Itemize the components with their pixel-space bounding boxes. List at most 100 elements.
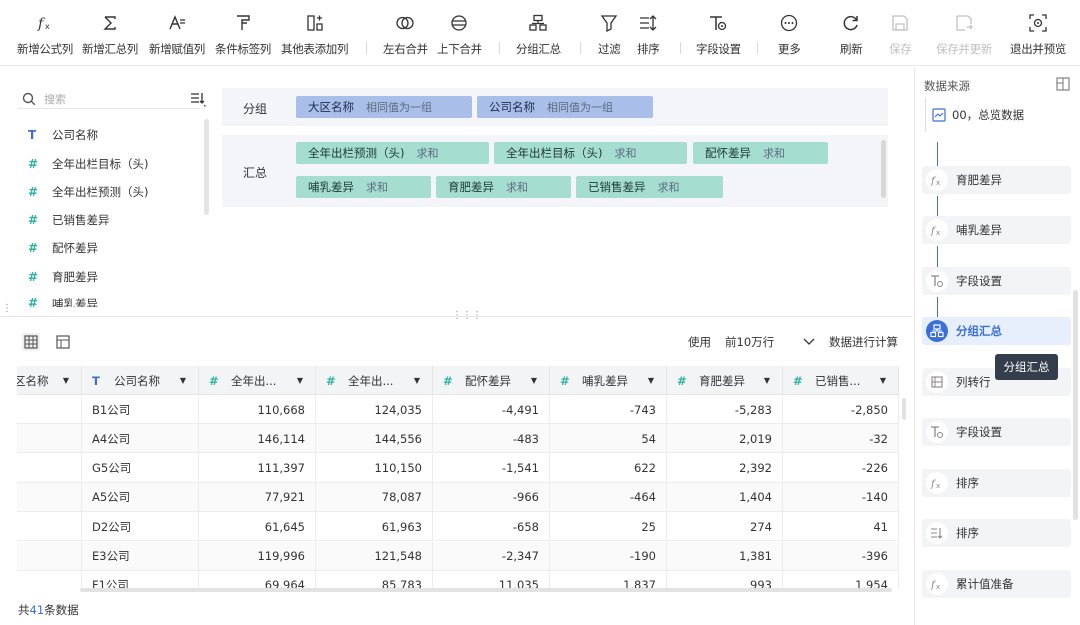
- table-cell[interactable]: 25: [550, 512, 667, 542]
- table-cell[interactable]: B1公司: [82, 395, 199, 424]
- table-cell[interactable]: -743: [550, 395, 667, 424]
- table-cell[interactable]: A5公司: [82, 482, 199, 512]
- table-cell[interactable]: -483: [433, 424, 550, 454]
- field-search-input[interactable]: 搜索: [18, 89, 206, 109]
- table-cell[interactable]: -190: [550, 541, 667, 571]
- table-cell[interactable]: -2,347: [433, 541, 550, 571]
- table-cell[interactable]: [17, 512, 82, 542]
- summary-chip[interactable]: 配怀差异 求和: [693, 142, 828, 164]
- table-row[interactable]: G5公司 111,397 110,150 -1,541 622 2,392 -226: [17, 453, 899, 483]
- column-header[interactable]: # 全年出... ▼: [316, 366, 433, 395]
- field-list-scrollbar[interactable]: [204, 119, 209, 215]
- table-cell[interactable]: -464: [550, 482, 667, 512]
- summary-chip[interactable]: 全年出栏预测（头) 求和: [296, 142, 489, 164]
- column-header[interactable]: # 已销售... ▼: [783, 366, 899, 395]
- pipeline-step[interactable]: f x 哺乳差异: [922, 216, 1071, 244]
- column-header[interactable]: # 配怀差异 ▼: [433, 366, 550, 395]
- group-chip[interactable]: 大区名称 相同值为一组: [296, 96, 472, 118]
- table-cell[interactable]: [17, 453, 82, 483]
- field-item[interactable]: # 全年出栏目标（头): [28, 155, 149, 173]
- table-cell[interactable]: [17, 541, 82, 571]
- table-cell[interactable]: 121,548: [316, 541, 433, 571]
- table-cell[interactable]: -658: [433, 512, 550, 542]
- summary-chip[interactable]: 全年出栏目标（头) 求和: [494, 142, 687, 164]
- caret-down-icon[interactable]: ▼: [880, 376, 886, 385]
- pipeline-step[interactable]: f x 排序: [922, 469, 1071, 497]
- table-cell[interactable]: 54: [550, 424, 667, 454]
- exit-and-preview-button[interactable]: 退出并预览: [1010, 12, 1066, 57]
- table-cell[interactable]: -226: [783, 453, 899, 483]
- table-cell[interactable]: 1,381: [667, 541, 783, 571]
- table-cell[interactable]: [17, 395, 82, 424]
- table-cell[interactable]: [17, 482, 82, 512]
- filter-button[interactable]: 过滤: [598, 12, 621, 57]
- column-header[interactable]: # 全年出... ▼: [199, 366, 316, 395]
- table-cell[interactable]: F1公司: [82, 570, 199, 588]
- table-cell[interactable]: -4,491: [433, 395, 550, 424]
- summary-chip[interactable]: 育肥差异 求和: [436, 176, 571, 198]
- group-chip[interactable]: 公司名称 相同值为一组: [477, 96, 653, 118]
- table-cell[interactable]: 110,668: [199, 395, 316, 424]
- caret-down-icon[interactable]: ▼: [648, 376, 654, 385]
- column-header[interactable]: # 育肥差异 ▼: [667, 366, 783, 395]
- column-header[interactable]: T 公司名称 ▼: [82, 366, 199, 395]
- table-cell[interactable]: -2,850: [783, 395, 899, 424]
- table-cell[interactable]: D2公司: [82, 512, 199, 542]
- table-cell[interactable]: -396: [783, 541, 899, 571]
- table-cell[interactable]: 11,035: [433, 570, 550, 588]
- table-cell[interactable]: 111,397: [199, 453, 316, 483]
- caret-down-icon[interactable]: ▼: [531, 376, 537, 385]
- table-cell[interactable]: 85,783: [316, 570, 433, 588]
- table-row[interactable]: A4公司 146,114 144,556 -483 54 2,019 -32: [17, 424, 899, 454]
- field-item[interactable]: # 全年出栏预测（头): [28, 183, 149, 201]
- table-row[interactable]: B1公司 110,668 124,035 -4,491 -743 -5,283 -2,850: [17, 395, 899, 424]
- pipeline-step[interactable]: 字段设置: [922, 267, 1071, 295]
- table-cell[interactable]: [17, 570, 82, 588]
- sort-button[interactable]: 排序: [637, 12, 660, 57]
- splitter-grip-icon[interactable]: ⋮⋮⋮: [452, 311, 482, 321]
- table-cell[interactable]: 146,114: [199, 424, 316, 454]
- table-cell[interactable]: [17, 424, 82, 454]
- table-row[interactable]: E3公司 119,996 121,548 -2,347 -190 1,381 -396: [17, 541, 899, 571]
- summary-scrollbar[interactable]: [881, 140, 886, 198]
- table-cell[interactable]: -32: [783, 424, 899, 454]
- data-source-item[interactable]: 00，总览数据: [925, 98, 1070, 132]
- table-cell[interactable]: 119,996: [199, 541, 316, 571]
- save-button[interactable]: 保存: [889, 12, 912, 57]
- caret-down-icon[interactable]: ▼: [180, 376, 186, 385]
- column-header[interactable]: # 哺乳差异 ▼: [550, 366, 667, 395]
- field-item[interactable]: # 配怀差异: [28, 239, 98, 257]
- field-settings-button[interactable]: 字段设置: [696, 12, 741, 57]
- table-cell[interactable]: -5,283: [667, 395, 783, 424]
- summary-chip[interactable]: 已销售差异 求和: [576, 176, 723, 198]
- row-limit-select[interactable]: 前10万行: [725, 334, 815, 350]
- caret-down-icon[interactable]: ▼: [414, 376, 420, 385]
- table-cell[interactable]: E3公司: [82, 541, 199, 571]
- pipeline-step[interactable]: 排序: [922, 519, 1071, 547]
- table-vertical-scrollbar[interactable]: [902, 398, 906, 420]
- table-cell[interactable]: 1,404: [667, 482, 783, 512]
- condition-tag-column-button[interactable]: 条件标签列: [215, 12, 271, 57]
- pipeline-step[interactable]: f x 育肥差异: [922, 166, 1071, 194]
- table-cell[interactable]: 2,019: [667, 424, 783, 454]
- table-cell[interactable]: 274: [667, 512, 783, 542]
- table-cell[interactable]: 993: [667, 570, 783, 588]
- field-item[interactable]: # 育肥差异: [28, 268, 98, 286]
- table-cell[interactable]: 61,645: [199, 512, 316, 542]
- side-grip-icon[interactable]: ⋮: [2, 304, 12, 314]
- more-button[interactable]: 更多: [778, 12, 801, 57]
- table-cell[interactable]: -140: [783, 482, 899, 512]
- table-cell[interactable]: A4公司: [82, 424, 199, 454]
- caret-down-icon[interactable]: ▼: [297, 376, 303, 385]
- add-formula-column-button[interactable]: fx 新增公式列: [17, 12, 73, 57]
- table-cell[interactable]: 41: [783, 512, 899, 542]
- summary-chip[interactable]: 哺乳差异 求和: [296, 176, 431, 198]
- group-summary-button[interactable]: 分组汇总: [516, 12, 561, 57]
- add-assign-column-button[interactable]: 新增赋值列: [149, 12, 205, 57]
- table-row[interactable]: D2公司 61,645 61,963 -658 25 274 41: [17, 512, 899, 542]
- layout-view-icon[interactable]: [54, 333, 72, 351]
- table-cell[interactable]: 61,963: [316, 512, 433, 542]
- table-cell[interactable]: 124,035: [316, 395, 433, 424]
- grid-view-icon[interactable]: [22, 333, 40, 351]
- table-cell[interactable]: 78,087: [316, 482, 433, 512]
